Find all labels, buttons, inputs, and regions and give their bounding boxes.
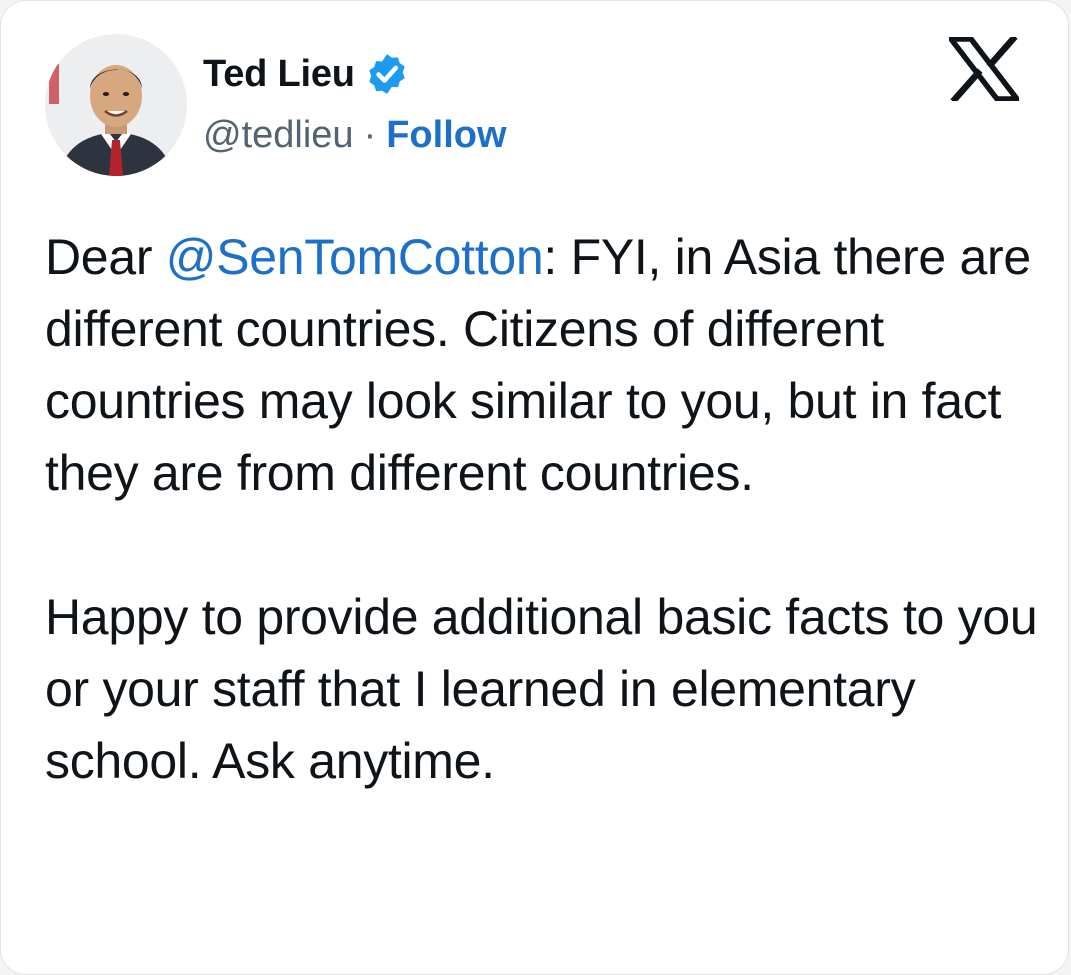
author-name[interactable]: Ted Lieu	[203, 53, 355, 96]
author-handle-row: @tedlieu · Follow	[203, 111, 507, 159]
tweet-text: Dear @SenTomCotton: FYI, in Asia there a…	[45, 221, 1045, 797]
avatar[interactable]	[45, 34, 187, 176]
author-handle[interactable]: @tedlieu	[203, 114, 354, 157]
verified-badge-icon	[369, 54, 405, 94]
mention-link[interactable]: @SenTomCotton	[166, 229, 544, 285]
tweet-paragraph-1: Dear @SenTomCotton: FYI, in Asia there a…	[45, 221, 1045, 509]
author-name-row: Ted Lieu	[203, 49, 410, 99]
tweet-card: Ted Lieu @tedlieu · Follow Dear @SenTomC…	[0, 0, 1069, 975]
avatar-photo	[45, 34, 187, 176]
tweet-text-lead: Dear	[45, 229, 166, 285]
separator-dot: ·	[363, 113, 377, 156]
tweet-paragraph-2: Happy to provide additional basic facts …	[45, 589, 1038, 789]
follow-button[interactable]: Follow	[386, 114, 506, 157]
x-logo-icon[interactable]	[949, 37, 1019, 101]
